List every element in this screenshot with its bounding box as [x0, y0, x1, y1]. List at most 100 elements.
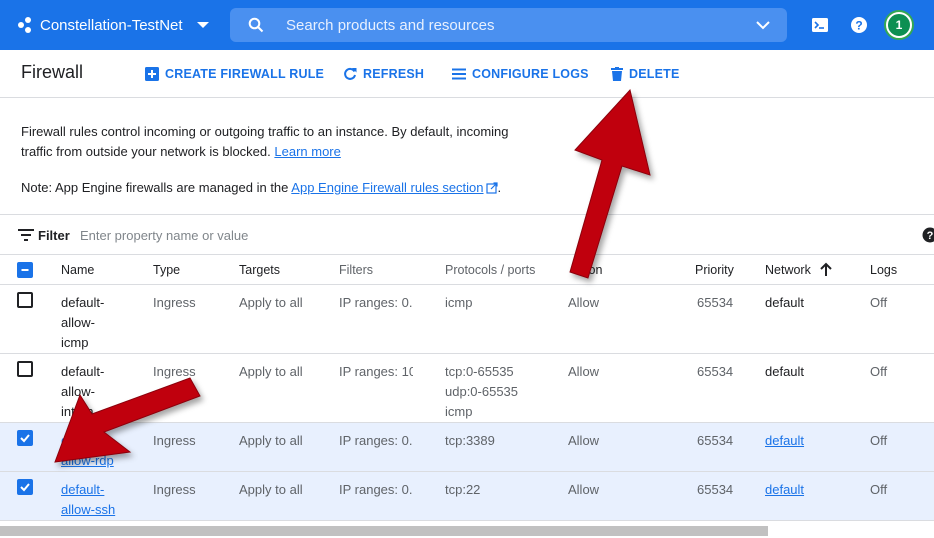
row-checkbox[interactable]	[17, 430, 33, 446]
plus-icon	[145, 67, 159, 81]
table-row[interactable]: default- allow- icmp Ingress Apply to al…	[0, 285, 934, 354]
svg-text:?: ?	[927, 230, 934, 242]
column-name[interactable]: Name	[61, 263, 94, 277]
rule-type: Ingress	[153, 295, 196, 310]
table-header: Name Type Targets Filters Protocols / po…	[0, 255, 934, 285]
rule-name[interactable]: default- allow- icmp	[61, 293, 104, 353]
rule-name-line: default-	[61, 364, 105, 379]
app-engine-note: Note: App Engine firewalls are managed i…	[21, 178, 501, 198]
rule-name-line: icmp	[61, 335, 89, 350]
column-action[interactable]: ction	[576, 263, 602, 277]
top-bar: Constellation-TestNet ? 1	[0, 0, 934, 50]
rule-action: Allow	[568, 295, 600, 310]
search-input[interactable]	[286, 8, 726, 42]
rule-priority: 65534	[697, 482, 734, 497]
page-header: Firewall CREATE FIREWALL RULE REFRESH CO…	[0, 50, 934, 98]
rule-action: Allow	[568, 482, 600, 497]
rule-network-link[interactable]: default	[765, 480, 804, 500]
rule-filters: IP ranges: 0.0	[339, 295, 413, 310]
rule-protocols: tcp:22	[445, 480, 480, 500]
description-text: Firewall rules control incoming or outgo…	[21, 124, 509, 159]
rule-targets: Apply to all	[239, 482, 303, 497]
row-checkbox[interactable]	[17, 361, 33, 377]
table-row[interactable]: de allow-rdp Ingress Apply to all IP ran…	[0, 423, 934, 472]
table-row[interactable]: default- allow- intern Ingress Apply to …	[0, 354, 934, 423]
chevron-down-icon[interactable]	[755, 18, 771, 32]
search-icon	[248, 17, 264, 33]
rule-priority: 65534	[697, 364, 734, 379]
rule-type: Ingress	[153, 433, 196, 448]
rule-network: default	[765, 364, 805, 379]
column-protocols[interactable]: Protocols / ports	[445, 263, 535, 277]
svg-text:?: ?	[855, 19, 862, 33]
list-icon	[452, 68, 466, 80]
rule-name-line: allow-rdp	[61, 453, 114, 468]
firewall-description: Firewall rules control incoming or outgo…	[21, 122, 541, 162]
search-box[interactable]	[230, 8, 787, 42]
protocol-entry: tcp:22	[445, 482, 481, 497]
rule-name-line: allow-ssh	[61, 502, 116, 517]
filter-input[interactable]	[80, 223, 380, 247]
protocol-entry: udp:0-65535	[445, 384, 519, 399]
caret-down-icon	[196, 22, 209, 28]
rule-type: Ingress	[153, 482, 196, 497]
rule-logs: Off	[870, 295, 888, 310]
rule-filters: IP ranges: 0.0	[339, 433, 413, 448]
refresh-button[interactable]: REFRESH	[343, 64, 424, 84]
rule-name-line: allow-	[61, 315, 95, 330]
learn-more-link[interactable]: Learn more	[274, 144, 340, 159]
filter-label: Filter	[38, 228, 70, 243]
table-row[interactable]: default- allow-ssh Ingress Apply to all …	[0, 472, 934, 521]
select-all-checkbox[interactable]	[17, 262, 33, 278]
help-icon[interactable]: ?	[847, 13, 871, 37]
column-network[interactable]: Network	[765, 263, 811, 277]
rule-logs: Off	[870, 364, 888, 379]
app-engine-firewall-link[interactable]: App Engine Firewall rules section	[291, 180, 483, 195]
account-avatar[interactable]: 1	[886, 12, 912, 38]
rule-type: Ingress	[153, 364, 196, 379]
rule-logs: Off	[870, 482, 888, 497]
filter-icon	[18, 229, 34, 241]
create-firewall-rule-button[interactable]: CREATE FIREWALL RULE	[145, 64, 324, 84]
rule-name-line: de	[61, 433, 76, 448]
note-suffix: .	[497, 180, 502, 195]
rule-network: default	[765, 295, 805, 310]
protocol-entry: tcp:3389	[445, 433, 495, 448]
horizontal-scrollbar[interactable]	[0, 526, 768, 536]
row-checkbox[interactable]	[17, 479, 33, 495]
refresh-icon	[344, 67, 357, 80]
filter-bar: Filter ?	[0, 214, 934, 255]
configure-logs-button[interactable]: CONFIGURE LOGS	[452, 64, 589, 84]
project-icon	[18, 17, 34, 33]
rule-filters: IP ranges: 10	[339, 364, 413, 379]
row-checkbox[interactable]	[17, 292, 33, 308]
rule-targets: Apply to all	[239, 364, 303, 379]
sort-arrow-up-icon[interactable]	[820, 262, 832, 276]
delete-button[interactable]: DELETE	[611, 64, 680, 84]
cloud-shell-icon[interactable]	[808, 13, 832, 37]
protocol-entry: tcp:0-65535	[445, 364, 514, 379]
rule-priority: 65534	[697, 295, 734, 310]
column-help-icon[interactable]: ?	[922, 227, 934, 243]
rule-name[interactable]: default- allow-ssh	[61, 480, 115, 520]
rule-name-line: default-	[61, 295, 105, 310]
column-logs[interactable]: Logs	[870, 263, 897, 277]
protocol-entry: icmp	[445, 295, 473, 310]
project-selector[interactable]: Constellation-TestNet	[18, 0, 209, 50]
column-targets[interactable]: Targets	[239, 263, 280, 277]
note-prefix: Note: App Engine firewalls are managed i…	[21, 180, 289, 195]
rule-protocols: tcp:3389	[445, 431, 495, 451]
rule-targets: Apply to all	[239, 433, 303, 448]
column-filters[interactable]: Filters	[339, 263, 373, 277]
rule-targets: Apply to all	[239, 295, 303, 310]
rule-action: Allow	[568, 364, 600, 379]
trash-icon	[611, 67, 623, 81]
external-link-icon[interactable]	[485, 182, 498, 194]
column-priority[interactable]: Priority	[695, 263, 734, 277]
rule-filters: IP ranges: 0.0	[339, 482, 413, 497]
rule-action: Allow	[568, 433, 600, 448]
rule-network-link[interactable]: default	[765, 431, 804, 451]
rule-name[interactable]: default- allow- intern	[61, 362, 104, 422]
rule-name[interactable]: de allow-rdp	[61, 431, 114, 471]
column-type[interactable]: Type	[153, 263, 180, 277]
